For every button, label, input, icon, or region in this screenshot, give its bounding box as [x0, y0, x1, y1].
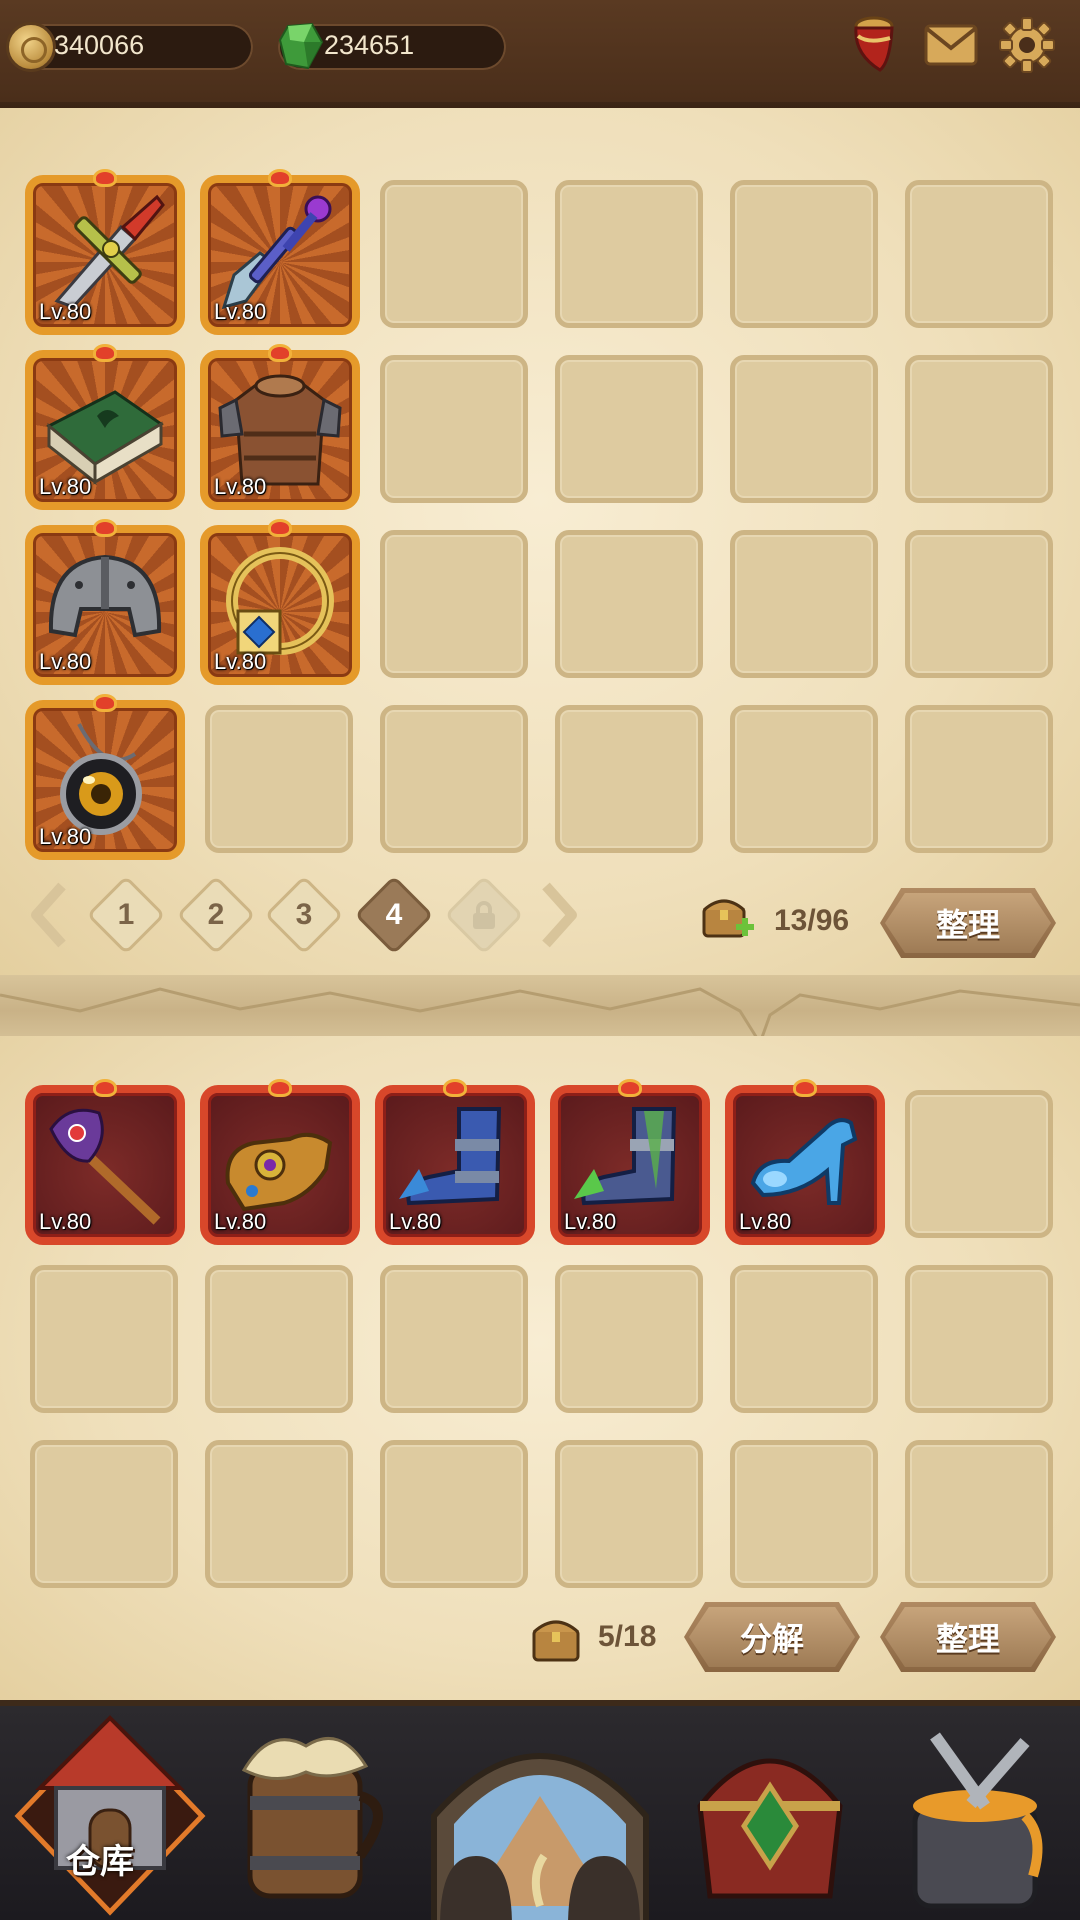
nav-treasure[interactable] [670, 1706, 870, 1920]
inventory-slot-empty[interactable] [730, 705, 878, 853]
equipment-slot-empty[interactable] [205, 1265, 353, 1413]
item-level: Lv.80 [39, 474, 92, 499]
next-page-arrow-icon[interactable] [540, 880, 580, 950]
top-gem [618, 1079, 642, 1097]
equipment-slot-empty[interactable] [555, 1265, 703, 1413]
top-gem [93, 1079, 117, 1097]
equipment-capacity: 5/18 [598, 1620, 657, 1653]
inventory-slot-empty[interactable] [730, 355, 878, 503]
nav-warehouse[interactable]: 仓库 [10, 1706, 210, 1920]
item-dagger[interactable]: Lv.80 [200, 169, 360, 335]
inventory-capacity: 13/96 [774, 904, 850, 937]
inventory-slot-empty[interactable] [555, 530, 703, 678]
inventory-slot-empty[interactable] [555, 355, 703, 503]
equipment-slot-empty[interactable] [205, 1440, 353, 1588]
prev-page-arrow-icon[interactable] [28, 880, 68, 950]
inventory-slot-empty[interactable] [555, 705, 703, 853]
arrow-marker [268, 344, 292, 362]
top-gem [793, 1079, 817, 1097]
inventory-slot-empty[interactable] [205, 705, 353, 853]
equipment-slot-empty[interactable] [905, 1440, 1053, 1588]
equipment-slot-empty[interactable] [380, 1265, 528, 1413]
treasure-icon [697, 1758, 843, 1899]
gem-counter: 234651 [278, 22, 506, 70]
gear-icon[interactable] [996, 14, 1058, 76]
item-level: Lv.80 [214, 1209, 267, 1234]
bottom-nav: 仓库 [0, 1700, 1080, 1920]
inventory-slot-empty[interactable] [380, 705, 528, 853]
item-leather-armor[interactable]: Lv.80 [200, 344, 360, 510]
equipment-slot-empty[interactable] [730, 1265, 878, 1413]
inventory-slot-empty[interactable] [380, 355, 528, 503]
item-level: Lv.80 [564, 1209, 617, 1234]
top-gem [443, 1079, 467, 1097]
equipment-slot-empty[interactable] [380, 1440, 528, 1588]
item-sword[interactable]: Lv.80 [25, 169, 185, 335]
item-level: Lv.80 [389, 1209, 442, 1234]
inventory-slot-empty[interactable] [905, 355, 1053, 503]
adventure-icon [431, 1753, 649, 1920]
inventory-slot-empty[interactable] [730, 180, 878, 328]
nav-warehouse-label: 仓库 [66, 1842, 134, 1882]
inventory-slot-empty[interactable] [380, 530, 528, 678]
tavern-icon [241, 1737, 383, 1899]
lock-icon [459, 890, 509, 940]
inventory-slot-empty[interactable] [555, 180, 703, 328]
top-bar: 340066 234651 [0, 0, 1080, 124]
item-amulet[interactable]: Lv.80 [25, 694, 185, 860]
inventory-sort-button[interactable]: 整理 [880, 888, 1056, 958]
green-gem-icon [278, 22, 324, 70]
item-level: Lv.80 [214, 649, 267, 674]
item-helmet[interactable]: Lv.80 [25, 519, 185, 685]
item-boots-green[interactable]: Lv.80 [550, 1079, 710, 1245]
equipment-slot-empty[interactable] [30, 1440, 178, 1588]
chest-icon [532, 1620, 580, 1662]
arrow-marker [93, 169, 117, 187]
coin-amount: 340066 [54, 30, 145, 60]
nav-tavern[interactable] [210, 1706, 410, 1920]
item-ring[interactable]: Lv.80 [200, 519, 360, 685]
arrow-marker [93, 344, 117, 362]
equipment-slot-empty[interactable] [30, 1265, 178, 1413]
inventory-slot-empty[interactable] [380, 180, 528, 328]
gem-amount: 234651 [324, 30, 415, 60]
item-level: Lv.80 [39, 299, 92, 324]
equipment-slot-empty[interactable] [905, 1090, 1053, 1238]
equipment-slot-empty[interactable] [730, 1440, 878, 1588]
gold-coin-icon [6, 22, 56, 72]
equipment-slot-empty[interactable] [905, 1265, 1053, 1413]
arrow-marker [93, 694, 117, 712]
item-tome[interactable]: Lv.80 [25, 344, 185, 510]
top-gem [268, 1079, 292, 1097]
item-staff[interactable]: Lv.80 [25, 1079, 185, 1245]
nav-forge[interactable] [875, 1706, 1075, 1920]
inventory-slot-empty[interactable] [730, 530, 878, 678]
inventory-slot-empty[interactable] [905, 180, 1053, 328]
forge-icon [912, 1732, 1043, 1909]
item-level: Lv.80 [39, 1209, 92, 1234]
equipment-sort-button[interactable]: 整理 [880, 1602, 1056, 1672]
nav-adventure[interactable] [420, 1706, 660, 1920]
inventory-slot-empty[interactable] [905, 530, 1053, 678]
item-level: Lv.80 [39, 824, 92, 849]
coin-counter: 340066 [6, 22, 253, 72]
horn-icon[interactable] [840, 14, 902, 76]
item-level: Lv.80 [39, 649, 92, 674]
game-inventory-screen: 340066 234651 Lv.80 Lv.80 Lv.80 Lv.80 Lv… [0, 0, 1080, 1920]
item-level: Lv.80 [214, 474, 267, 499]
arrow-marker [268, 519, 292, 537]
chest-plus-icon [702, 899, 754, 938]
inventory-slot-empty[interactable] [905, 705, 1053, 853]
item-gauntlet[interactable]: Lv.80 [200, 1079, 360, 1245]
item-boots-blue[interactable]: Lv.80 [375, 1079, 535, 1245]
equipment-slot-empty[interactable] [555, 1440, 703, 1588]
arrow-marker [268, 169, 292, 187]
arrow-marker [93, 519, 117, 537]
item-glass-slipper[interactable]: Lv.80 [725, 1079, 885, 1245]
decompose-button[interactable]: 分解 [684, 1602, 860, 1672]
item-level: Lv.80 [739, 1209, 792, 1234]
mail-icon[interactable] [920, 14, 982, 76]
warehouse-icon [14, 1715, 206, 1916]
item-level: Lv.80 [214, 299, 267, 324]
